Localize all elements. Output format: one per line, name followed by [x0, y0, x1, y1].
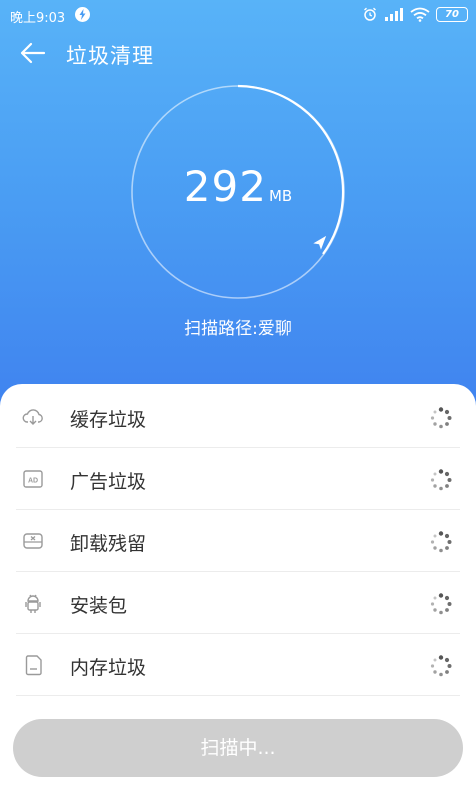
status-icons: 70	[362, 6, 468, 22]
wifi-icon	[410, 7, 430, 22]
scan-path: 扫描路径:爱聊	[184, 319, 292, 339]
status-time: 晚上9:03	[10, 11, 66, 26]
svg-text:AD: AD	[28, 478, 38, 485]
battery-indicator: 70	[436, 6, 468, 22]
scan-button[interactable]: 扫描中...	[13, 719, 463, 777]
result-sheet: 缓存垃圾 AD 广告垃圾 卸载残留 安装包 内存垃圾 扫描中...	[0, 384, 476, 796]
alarm-icon	[364, 7, 376, 21]
uninstall-icon	[22, 530, 44, 552]
divider	[16, 695, 460, 696]
page-title: 垃圾清理	[66, 44, 154, 68]
list-item-cache[interactable]: 缓存垃圾	[0, 386, 476, 448]
loading-spinner-icon	[430, 655, 452, 677]
ad-icon: AD	[22, 468, 44, 490]
junk-size-unit: MB	[268, 187, 293, 205]
junk-size-value: 292	[183, 162, 267, 211]
list-item-label: 缓存垃圾	[70, 409, 147, 431]
sd-card-icon	[22, 654, 44, 676]
signal-icon	[385, 8, 403, 21]
junk-size: 292 MB	[128, 162, 348, 211]
loading-spinner-icon	[430, 469, 452, 491]
title-bar: 垃圾清理	[0, 34, 476, 74]
list-item-uninstall[interactable]: 卸载残留	[0, 510, 476, 572]
cloud-download-icon	[22, 406, 44, 428]
android-icon	[22, 592, 44, 614]
list-item-label: 广告垃圾	[70, 471, 147, 493]
loading-spinner-icon	[430, 531, 452, 553]
scan-gauge: 292 MB	[128, 82, 348, 302]
header-background: 晚上9:03 70 垃圾清理 292 MB 扫描路径:爱聊	[0, 0, 476, 440]
list-item-ads[interactable]: AD 广告垃圾	[0, 448, 476, 510]
list-item-label: 内存垃圾	[70, 657, 147, 679]
status-bar: 晚上9:03 70	[0, 0, 476, 30]
screen: 晚上9:03 70 垃圾清理 292 MB 扫描路径:爱聊 缓存垃圾 AD 广告…	[0, 0, 476, 796]
list-item-apk[interactable]: 安装包	[0, 572, 476, 634]
junk-category-list: 缓存垃圾 AD 广告垃圾 卸载残留 安装包 内存垃圾	[0, 386, 476, 696]
loading-spinner-icon	[430, 407, 452, 429]
loading-spinner-icon	[430, 593, 452, 615]
list-item-label: 安装包	[70, 595, 128, 617]
list-item-memory[interactable]: 内存垃圾	[0, 634, 476, 696]
shield-bolt-icon	[75, 7, 90, 22]
list-item-label: 卸载残留	[70, 533, 147, 555]
back-arrow-icon[interactable]	[18, 41, 46, 65]
